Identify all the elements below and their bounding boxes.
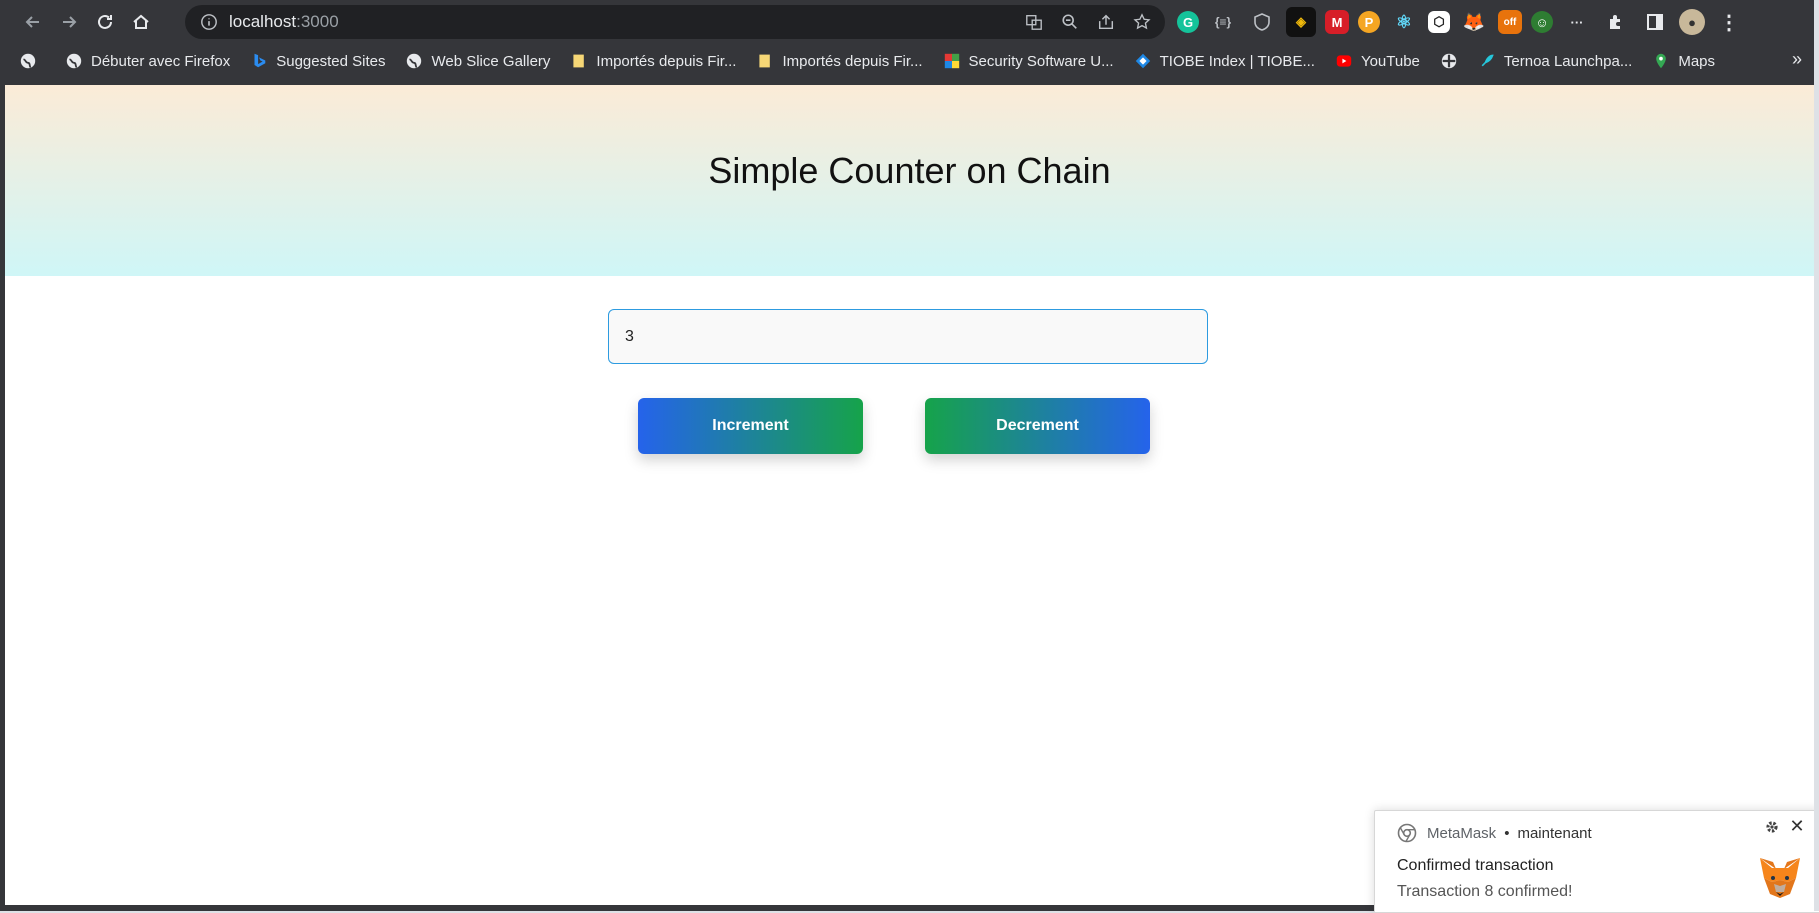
page-viewport: Simple Counter on Chain Increment Decrem…	[5, 85, 1814, 905]
bookmark-label: YouTube	[1360, 52, 1420, 70]
url-text[interactable]: localhost:3000	[229, 12, 339, 32]
bookmark-item[interactable]: Importés depuis Fir...	[560, 46, 746, 76]
globe-icon	[65, 52, 83, 70]
chrome-icon	[1397, 823, 1417, 843]
tiobe-icon	[1134, 52, 1152, 70]
back-icon[interactable]	[15, 4, 51, 40]
bookmark-item[interactable]: Suggested Sites	[240, 46, 395, 76]
bookmark-item[interactable]: Maps	[1642, 46, 1725, 76]
bookmark-label: Ternoa Launchpa...	[1503, 52, 1633, 70]
grammarly-icon[interactable]: G	[1177, 11, 1199, 33]
bookmark-label: Importés depuis Fir...	[596, 52, 737, 70]
robot-icon[interactable]: ☺	[1531, 11, 1553, 33]
bookmark-label: Security Software U...	[968, 52, 1114, 70]
browser-toolbar: localhost:3000 G {≡} ◈ M P ⚛ ⬡ 🦊 off ☺ ·…	[5, 0, 1814, 43]
bookmark-label: Importés depuis Fir...	[782, 52, 923, 70]
bookmark-item[interactable]	[1430, 46, 1468, 76]
extension-hex-icon[interactable]: ⬡	[1428, 11, 1450, 33]
translate-icon[interactable]	[1023, 11, 1045, 33]
share-icon[interactable]	[1095, 11, 1117, 33]
extensions-bar: G {≡} ◈ M P ⚛ ⬡ 🦊 off ☺ ··· ● ⋮	[1177, 4, 1744, 40]
reload-icon[interactable]	[87, 4, 123, 40]
bookmark-label: Suggested Sites	[276, 52, 386, 70]
bookmark-label: TIOBE Index | TIOBE...	[1159, 52, 1315, 70]
address-bar[interactable]: localhost:3000	[185, 5, 1165, 39]
ternoa-icon	[1440, 52, 1458, 70]
bookmark-item[interactable]: Web Slice Gallery	[395, 46, 560, 76]
puzzle-icon[interactable]	[1601, 7, 1631, 37]
gear-icon[interactable]	[1764, 819, 1780, 835]
menu-kebab-icon[interactable]: ⋮	[1714, 7, 1744, 37]
bookmark-label: Maps	[1678, 52, 1716, 70]
bookmarks-bar: Débuter avec Firefox Suggested Sites Web…	[5, 43, 1814, 79]
url-port: :3000	[296, 12, 339, 31]
maps-icon	[1652, 52, 1670, 70]
metamask-notification[interactable]: MetaMask • maintenant ✕ Confirmed transa…	[1374, 810, 1819, 913]
security-icon	[943, 52, 961, 70]
home-icon[interactable]	[123, 4, 159, 40]
rocket-icon	[1478, 52, 1496, 70]
folder-icon	[756, 52, 774, 70]
off-badge-icon[interactable]: off	[1498, 10, 1522, 34]
notification-time: maintenant	[1517, 824, 1592, 842]
close-icon[interactable]: ✕	[1788, 817, 1806, 835]
bookmarks-overflow-icon[interactable]: »	[1792, 49, 1802, 70]
pocket-icon[interactable]: P	[1358, 11, 1380, 33]
bookmark-item[interactable]: YouTube	[1325, 46, 1430, 76]
notification-separator: •	[1504, 824, 1510, 842]
youtube-icon	[1335, 52, 1353, 70]
window-edge	[1814, 0, 1819, 911]
metamask-fox-icon	[1760, 858, 1800, 898]
json-viewer-icon[interactable]: {≡}	[1208, 7, 1238, 37]
bookmark-label: Web Slice Gallery	[431, 52, 551, 70]
notification-title: Confirmed transaction	[1397, 857, 1554, 874]
bookmark-item[interactable]: Ternoa Launchpa...	[1468, 46, 1642, 76]
notification-header: MetaMask • maintenant	[1397, 823, 1592, 843]
notification-app: MetaMask	[1427, 824, 1497, 842]
side-panel-icon[interactable]	[1640, 7, 1670, 37]
bookmark-star-icon[interactable]	[1131, 11, 1153, 33]
bookmark-item[interactable]: Security Software U...	[933, 46, 1124, 76]
globe-icon	[19, 52, 37, 70]
globe-icon	[405, 52, 423, 70]
mendeley-icon[interactable]: M	[1325, 10, 1349, 34]
zoom-icon[interactable]	[1059, 11, 1081, 33]
decrement-button[interactable]: Decrement	[925, 398, 1150, 454]
increment-button[interactable]: Increment	[638, 398, 863, 454]
react-devtools-icon[interactable]: ⚛	[1389, 7, 1419, 37]
page-title: Simple Counter on Chain	[708, 150, 1111, 191]
counter-input[interactable]	[608, 309, 1208, 364]
hero-header: Simple Counter on Chain	[5, 85, 1814, 276]
shield-icon[interactable]	[1247, 7, 1277, 37]
bookmark-item[interactable]: Importés depuis Fir...	[746, 46, 932, 76]
bookmark-label: Débuter avec Firefox	[91, 52, 231, 70]
notification-message: Transaction 8 confirmed!	[1397, 883, 1573, 900]
bookmark-item[interactable]	[5, 46, 55, 76]
binance-icon[interactable]: ◈	[1286, 7, 1316, 37]
bookmark-item[interactable]: Débuter avec Firefox	[55, 46, 240, 76]
more-extensions-icon[interactable]: ···	[1562, 7, 1592, 37]
site-info-icon[interactable]	[199, 12, 219, 32]
profile-avatar[interactable]: ●	[1679, 9, 1705, 35]
bookmark-item[interactable]: TIOBE Index | TIOBE...	[1124, 46, 1325, 76]
url-host: localhost	[229, 12, 297, 31]
forward-icon[interactable]	[51, 4, 87, 40]
bing-icon	[250, 52, 268, 70]
folder-icon	[570, 52, 588, 70]
metamask-icon[interactable]: 🦊	[1459, 7, 1489, 37]
